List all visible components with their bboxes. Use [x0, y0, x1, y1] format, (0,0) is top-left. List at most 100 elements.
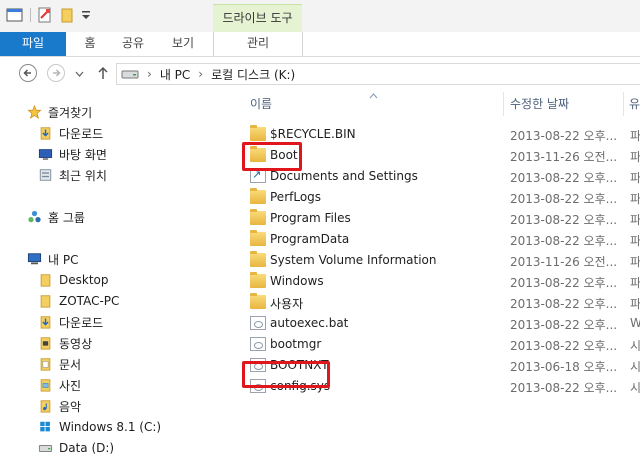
file-type: 파 — [630, 255, 640, 269]
pictures-folder-icon — [40, 379, 51, 392]
customize-toolbar-icon[interactable] — [81, 7, 91, 23]
highlight-box-bootmgr — [242, 361, 330, 388]
file-row[interactable]: Documents and Settings 2013-08-22 오후... 파 — [250, 166, 640, 187]
file-row[interactable]: bootmgr 2013-08-22 오후... 시 — [250, 334, 640, 355]
drive-icon — [121, 70, 139, 79]
file-name[interactable]: PerfLogs — [270, 190, 321, 204]
nav-favorites[interactable]: 즐겨찾기 — [27, 102, 92, 122]
nav-downloads[interactable]: 다운로드 — [38, 312, 103, 332]
file-row[interactable]: autoexec.bat 2013-08-22 오후... W — [250, 313, 640, 334]
toolbar-separator — [30, 8, 31, 22]
nav-data-drive[interactable]: Data (D:) — [38, 438, 114, 458]
drive-icon — [38, 444, 53, 452]
file-type: W — [630, 316, 640, 330]
column-header-modified[interactable]: 수정한 날짜 — [510, 95, 569, 113]
nav-homegroup[interactable]: 홈 그룹 — [27, 207, 85, 227]
nav-this-pc[interactable]: 내 PC — [27, 249, 78, 269]
tab-share[interactable]: 공유 — [112, 32, 154, 56]
file-name[interactable]: Windows — [270, 274, 324, 288]
file-name[interactable]: autoexec.bat — [270, 316, 348, 330]
file-row[interactable]: System Volume Information 2013-11-26 오전..… — [250, 250, 640, 271]
column-divider[interactable] — [503, 92, 504, 116]
folder-icon — [40, 274, 51, 287]
tab-home[interactable]: 홈 — [70, 32, 110, 56]
file-type: 시 — [630, 381, 640, 395]
nav-label: 내 PC — [48, 252, 79, 267]
download-folder-icon — [40, 127, 51, 140]
breadcrumb-separator[interactable]: › — [198, 67, 203, 81]
folder-icon — [40, 295, 51, 308]
file-date: 2013-11-26 오전... — [510, 255, 618, 269]
file-name[interactable]: Program Files — [270, 211, 351, 225]
column-divider[interactable] — [623, 92, 624, 116]
nav-desktop-fav[interactable]: 바탕 화면 — [38, 144, 107, 164]
file-date: 2013-08-22 오후... — [510, 192, 618, 206]
nav-label: 홈 그룹 — [48, 210, 85, 225]
file-type: 시 — [630, 360, 640, 374]
column-header-type[interactable]: 유 — [629, 95, 640, 113]
folder-icon — [250, 251, 266, 267]
nav-zotac-pc[interactable]: ZOTAC-PC — [38, 291, 119, 311]
windows-drive-icon — [40, 421, 50, 432]
star-icon — [27, 105, 42, 119]
nav-recent[interactable]: 최근 위치 — [38, 165, 107, 185]
up-arrow-icon[interactable] — [97, 66, 109, 80]
file-type: 파 — [630, 276, 640, 290]
file-type: 파 — [630, 234, 640, 248]
quick-access-toolbar — [6, 7, 91, 23]
column-header-name[interactable]: 이름 — [250, 95, 272, 113]
file-type: 시 — [630, 339, 640, 353]
nav-music[interactable]: 음악 — [38, 396, 81, 416]
breadcrumb-local-disk[interactable]: 로컬 디스크 (K:) — [211, 66, 295, 83]
documents-folder-icon — [40, 358, 51, 371]
recent-places-icon — [39, 169, 52, 181]
file-icon — [250, 337, 266, 351]
file-date: 2013-08-22 오후... — [510, 318, 618, 332]
shortcut-icon — [250, 168, 266, 183]
computer-icon — [27, 253, 42, 265]
tab-manage[interactable]: 관리 — [213, 32, 303, 56]
file-date: 2013-08-22 오후... — [510, 234, 618, 248]
new-folder-icon[interactable] — [59, 7, 75, 23]
tab-file[interactable]: 파일 — [0, 32, 66, 56]
file-type: 파 — [630, 192, 640, 206]
file-row[interactable]: Windows 2013-08-22 오후... 파 — [250, 271, 640, 292]
nav-pictures[interactable]: 사진 — [38, 375, 81, 395]
file-row[interactable]: 사용자 2013-08-22 오후... 파 — [250, 292, 640, 313]
sort-ascending-icon — [369, 93, 378, 99]
file-name[interactable]: $RECYCLE.BIN — [270, 127, 356, 141]
file-row[interactable]: $RECYCLE.BIN 2013-08-22 오후... 파 — [250, 124, 640, 145]
file-row[interactable]: Boot 2013-11-26 오전... 파 — [250, 145, 640, 166]
file-name[interactable]: System Volume Information — [270, 253, 436, 267]
file-row[interactable]: ProgramData 2013-08-22 오후... 파 — [250, 229, 640, 250]
file-row[interactable]: PerfLogs 2013-08-22 오후... 파 — [250, 187, 640, 208]
video-folder-icon — [40, 337, 51, 350]
file-date: 2013-08-22 오후... — [510, 381, 618, 395]
nav-label: 동영상 — [59, 336, 93, 351]
file-name[interactable]: 사용자 — [270, 295, 303, 312]
folder-icon — [250, 272, 266, 288]
forward-button[interactable] — [47, 64, 65, 82]
tab-view[interactable]: 보기 — [160, 32, 206, 56]
nav-downloads-fav[interactable]: 다운로드 — [38, 123, 103, 143]
breadcrumb-this-pc[interactable]: 내 PC — [160, 66, 190, 83]
nav-windows-drive[interactable]: Windows 8.1 (C:) — [38, 417, 161, 437]
file-row[interactable]: Program Files 2013-08-22 오후... 파 — [250, 208, 640, 229]
breadcrumb-separator[interactable]: › — [147, 67, 152, 81]
recent-locations-chevron-icon[interactable] — [75, 70, 84, 78]
nav-desktop[interactable]: Desktop — [38, 270, 109, 290]
properties-icon[interactable] — [37, 7, 53, 23]
nav-documents[interactable]: 문서 — [38, 354, 81, 374]
address-bar[interactable]: › 내 PC › 로컬 디스크 (K:) — [116, 63, 640, 85]
back-button[interactable] — [19, 64, 37, 82]
file-name[interactable]: Documents and Settings — [270, 169, 418, 183]
nav-label: 사진 — [59, 378, 82, 393]
navigation-pane: 즐겨찾기 다운로드 바탕 화면 최근 위치 홈 그룹 내 PC Desktop … — [0, 92, 232, 460]
folder-icon — [250, 209, 266, 225]
file-list: 이름 수정한 날짜 유 $RECYCLE.BIN 2013-08-22 오후...… — [240, 92, 640, 460]
folder-icon — [250, 125, 266, 141]
file-name[interactable]: ProgramData — [270, 232, 349, 246]
file-name[interactable]: bootmgr — [270, 337, 321, 351]
file-date: 2013-08-22 오후... — [510, 213, 618, 227]
nav-videos[interactable]: 동영상 — [38, 333, 92, 353]
